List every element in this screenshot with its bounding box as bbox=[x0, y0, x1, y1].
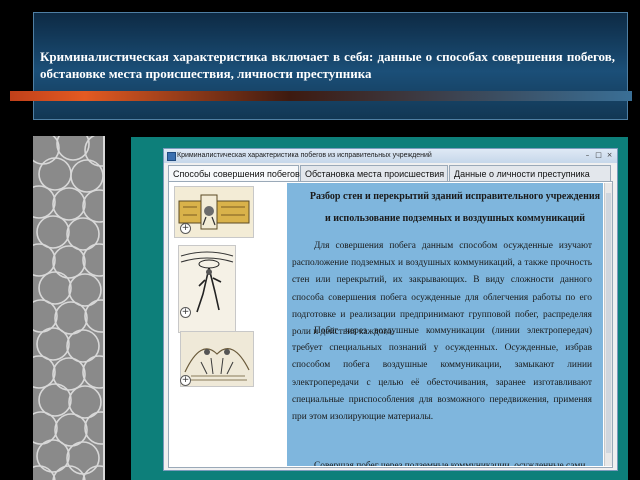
tab-scene-conditions[interactable]: Обстановка места происшествия bbox=[300, 165, 448, 181]
window-titlebar[interactable]: Криминалистическая характеристика побего… bbox=[164, 149, 617, 163]
article-paragraph: Побег через воздушные коммуникации (лини… bbox=[292, 326, 592, 423]
tab-offender-identity[interactable]: Данные о личности преступника bbox=[449, 165, 611, 181]
decorative-circles-panel bbox=[33, 136, 105, 480]
zoom-icon[interactable]: + bbox=[180, 223, 191, 234]
tab-content: + + + Разбор стен и перекрытий зданий ис… bbox=[168, 181, 613, 468]
slide-heading: Криминалистическая характеристика включа… bbox=[40, 49, 615, 81]
window-title: Криминалистическая характеристика побего… bbox=[177, 152, 432, 159]
article-heading: Разбор стен и перекрытий зданий исправит… bbox=[309, 191, 601, 224]
accent-stripe bbox=[10, 91, 632, 101]
zoom-icon[interactable]: + bbox=[180, 307, 191, 318]
tunnel-sketch-image bbox=[181, 332, 253, 386]
illustration-power-lines[interactable] bbox=[178, 245, 236, 333]
article-pane: Разбор стен и перекрытий зданий исправит… bbox=[287, 183, 603, 466]
maximize-button[interactable]: □ bbox=[594, 151, 603, 160]
tab-bar: Способы совершения побегов Обстановка ме… bbox=[168, 165, 612, 181]
tab-escape-methods[interactable]: Способы совершения побегов bbox=[168, 165, 300, 181]
vertical-scrollbar[interactable] bbox=[604, 183, 612, 466]
minimize-button[interactable]: – bbox=[583, 151, 592, 160]
circles-pattern bbox=[33, 136, 103, 480]
illustration-underground-tunnel[interactable] bbox=[180, 331, 254, 387]
zoom-icon[interactable]: + bbox=[180, 375, 191, 386]
close-button[interactable]: × bbox=[605, 151, 614, 160]
scrollbar-thumb[interactable] bbox=[606, 193, 611, 453]
app-window: Криминалистическая характеристика побего… bbox=[163, 148, 618, 471]
window-controls: – □ × bbox=[583, 151, 614, 160]
article-paragraph: Совершая побег через подземные коммуника… bbox=[314, 461, 586, 466]
app-icon bbox=[167, 152, 176, 161]
power-line-sketch-image bbox=[179, 246, 235, 332]
illustrations-column: + + + bbox=[170, 183, 282, 466]
